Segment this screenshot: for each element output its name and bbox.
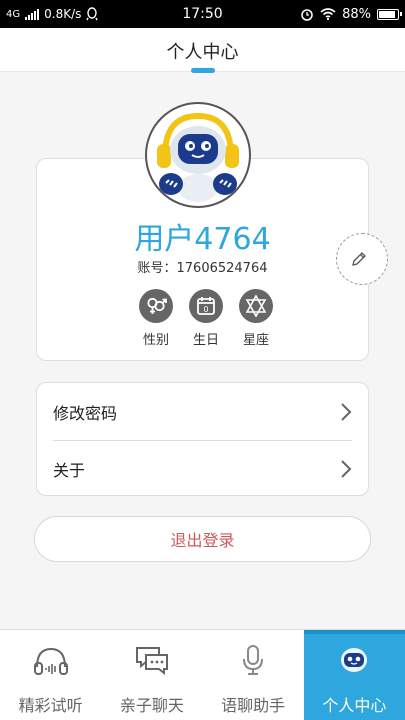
tab-label: 精彩试听 bbox=[18, 696, 83, 715]
edit-profile-button[interactable] bbox=[336, 233, 388, 285]
attribute-gender-label: 性别 bbox=[142, 333, 169, 348]
bottom-tab-bar: 精彩试听 亲子聊天 语聊助手 个人中心 bbox=[0, 629, 405, 720]
menu-item-label: 关于 bbox=[53, 460, 86, 480]
star-of-david-icon bbox=[239, 289, 273, 323]
attribute-birthday-label: 生日 bbox=[192, 333, 219, 348]
robot-icon bbox=[334, 642, 374, 678]
microphone-icon bbox=[233, 642, 273, 678]
calendar-icon: 0 bbox=[189, 289, 223, 323]
attribute-zodiac[interactable]: 星座 bbox=[236, 289, 276, 348]
battery-icon bbox=[377, 8, 402, 20]
username: 用户4764 bbox=[134, 222, 271, 257]
status-bar: 4G 0.8K/s 17:50 88% bbox=[0, 0, 405, 28]
alarm-icon bbox=[301, 9, 313, 21]
logout-button[interactable]: 退出登录 bbox=[34, 516, 371, 562]
account-number: 账号：17606524764 bbox=[137, 261, 268, 276]
headphones-icon bbox=[31, 642, 71, 678]
menu-item-change-password[interactable]: 修改密码 bbox=[37, 383, 370, 440]
gender-icon bbox=[139, 289, 173, 323]
page-title: 个人中心 bbox=[166, 42, 239, 63]
chevron-right-icon bbox=[341, 403, 352, 421]
tab-profile[interactable]: 个人中心 bbox=[303, 630, 405, 720]
header: 个人中心 bbox=[0, 28, 405, 73]
pencil-icon bbox=[352, 252, 366, 266]
wifi-icon bbox=[320, 8, 336, 20]
chat-bubble-icon bbox=[132, 642, 172, 678]
attribute-birthday[interactable]: 0 生日 bbox=[186, 289, 226, 348]
menu-card: 修改密码 关于 bbox=[36, 382, 369, 496]
tab-chat[interactable]: 亲子聊天 bbox=[101, 630, 202, 720]
profile-attributes: 性别 0 生日 星座 bbox=[136, 289, 276, 348]
robot-avatar-icon bbox=[157, 112, 239, 202]
tab-label: 个人中心 bbox=[322, 696, 387, 715]
status-right: 88% bbox=[300, 0, 402, 28]
battery-fill bbox=[379, 10, 395, 18]
tab-listen[interactable]: 精彩试听 bbox=[0, 630, 101, 720]
menu-item-about[interactable]: 关于 bbox=[37, 440, 370, 497]
tab-voice-assistant[interactable]: 语聊助手 bbox=[203, 630, 304, 720]
title-indicator bbox=[191, 68, 215, 73]
tab-label: 语聊助手 bbox=[221, 696, 286, 715]
menu-item-label: 修改密码 bbox=[53, 403, 118, 423]
battery-percent: 88% bbox=[342, 6, 371, 22]
tab-label: 亲子聊天 bbox=[119, 696, 184, 715]
chevron-right-icon bbox=[341, 460, 352, 478]
attribute-gender[interactable]: 性别 bbox=[136, 289, 176, 348]
attribute-zodiac-label: 星座 bbox=[242, 333, 269, 348]
svg-text:0: 0 bbox=[203, 305, 208, 314]
avatar[interactable] bbox=[145, 102, 251, 208]
